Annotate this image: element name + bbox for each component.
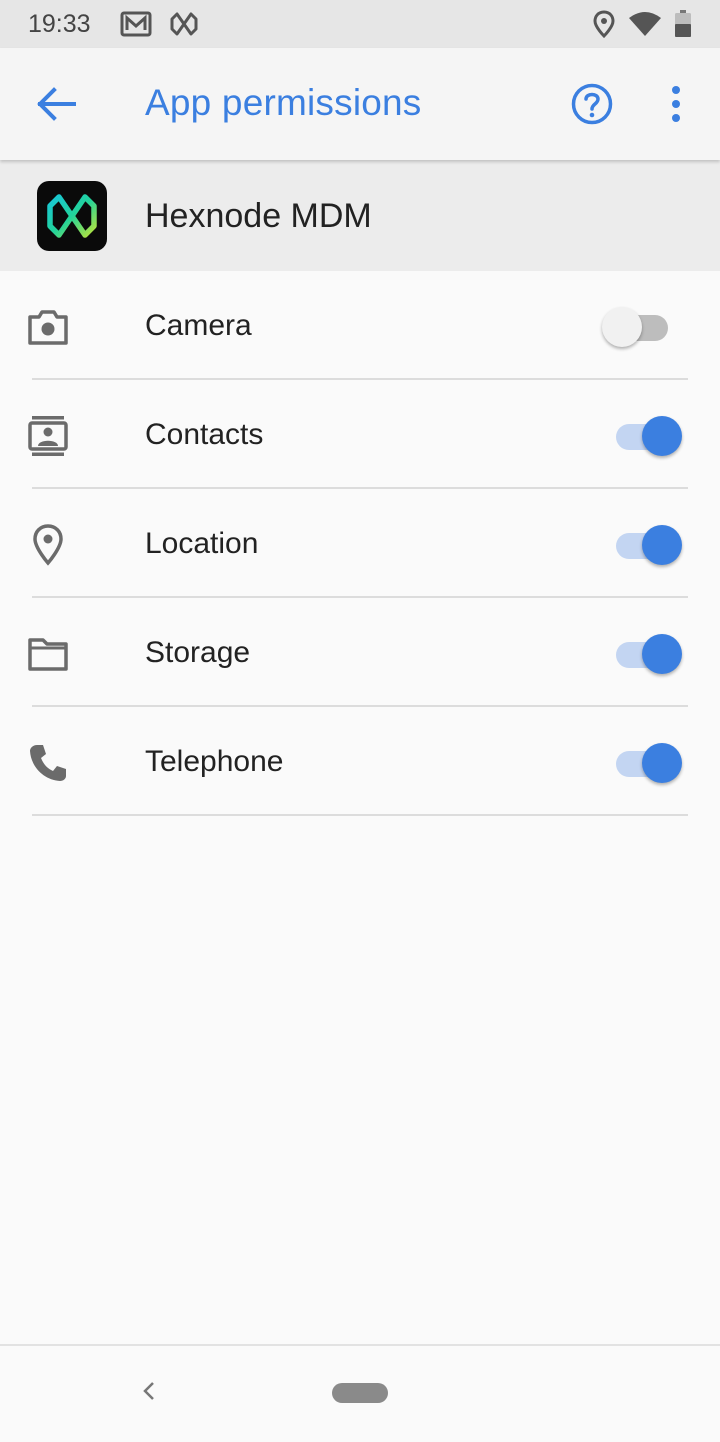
gmail-icon <box>120 10 152 38</box>
permission-label: Contacts <box>145 418 264 451</box>
permission-label: Location <box>145 527 259 560</box>
permission-row-storage[interactable]: Storage <box>0 598 720 707</box>
camera-icon <box>26 305 70 349</box>
permission-label: Camera <box>145 309 252 342</box>
more-vert-icon <box>672 86 680 122</box>
hexnode-logo-icon <box>37 181 107 251</box>
wifi-icon <box>628 10 662 43</box>
permission-label: Telephone <box>145 745 284 778</box>
permission-label: Storage <box>145 636 251 669</box>
help-circle-icon <box>571 83 613 125</box>
battery-icon <box>674 10 692 43</box>
permission-toggle-telephone[interactable] <box>600 741 684 785</box>
permission-toggle-camera[interactable] <box>600 305 684 349</box>
more-options-button[interactable] <box>660 78 692 130</box>
toggle-thumb <box>642 634 682 674</box>
back-button[interactable] <box>26 78 86 130</box>
toggle-thumb <box>602 307 642 347</box>
app-bar: App permissions <box>0 48 720 160</box>
app-name: Hexnode MDM <box>145 197 372 235</box>
permission-row-camera[interactable]: Camera <box>0 271 720 380</box>
location-icon <box>592 10 616 43</box>
nav-back-icon[interactable] <box>134 1376 164 1406</box>
toggle-thumb <box>642 416 682 456</box>
contacts-icon <box>26 414 70 458</box>
hexnode-notification-icon <box>168 10 200 38</box>
permission-toggle-location[interactable] <box>600 523 684 567</box>
location-pin-icon <box>26 523 70 567</box>
toggle-thumb <box>642 743 682 783</box>
app-header: Hexnode MDM <box>0 160 720 271</box>
arrow-back-icon <box>37 87 76 121</box>
toggle-thumb <box>642 525 682 565</box>
permission-toggle-contacts[interactable] <box>600 414 684 458</box>
page-title: App permissions <box>145 82 422 123</box>
folder-icon <box>26 632 70 676</box>
permission-row-telephone[interactable]: Telephone <box>0 707 720 816</box>
permission-row-contacts[interactable]: Contacts <box>0 380 720 489</box>
permission-toggle-storage[interactable] <box>600 632 684 676</box>
permission-list: Camera Contacts Location Storage Telepho… <box>0 271 720 816</box>
navigation-bar <box>0 1344 720 1442</box>
status-bar: 19:33 <box>0 0 720 48</box>
nav-home-pill-icon[interactable] <box>332 1383 388 1403</box>
permission-row-location[interactable]: Location <box>0 489 720 598</box>
status-time: 19:33 <box>28 10 91 38</box>
divider <box>32 814 688 816</box>
phone-icon <box>26 741 70 785</box>
help-button[interactable] <box>566 78 618 130</box>
